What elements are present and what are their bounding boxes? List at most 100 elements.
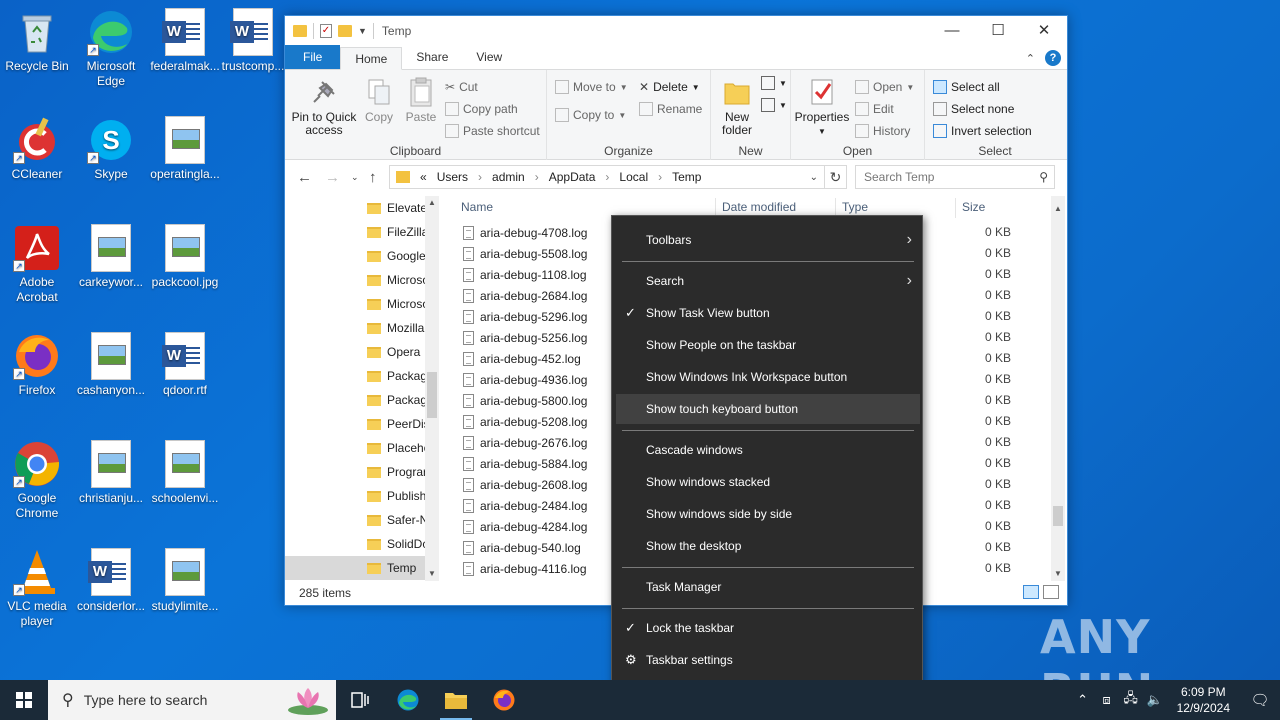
file-row[interactable]: aria-debug-5296.log xyxy=(463,306,587,327)
desktop-icon-schoolenvi[interactable]: schoolenvi... xyxy=(148,440,222,506)
nav-item[interactable]: Opera xyxy=(285,340,425,364)
copy-path-button[interactable]: Copy path xyxy=(445,102,518,116)
file-row[interactable]: aria-debug-5884.log xyxy=(463,453,587,474)
invert-selection-button[interactable]: Invert selection xyxy=(933,124,1032,138)
scroll-up-icon[interactable]: ▲ xyxy=(425,196,439,210)
new-folder-button[interactable]: New folder xyxy=(715,76,759,137)
speaker-icon[interactable]: 🔈 xyxy=(1143,692,1167,708)
paste-shortcut-button[interactable]: Paste shortcut xyxy=(445,124,540,138)
file-row[interactable]: aria-debug-4936.log xyxy=(463,369,587,390)
menu-item-task-manager[interactable]: Task Manager xyxy=(616,572,920,602)
nav-item[interactable]: Google xyxy=(285,244,425,268)
taskbar-firefox[interactable] xyxy=(480,680,528,720)
file-row[interactable]: aria-debug-2684.log xyxy=(463,285,587,306)
copy-to-button[interactable]: Copy to ▼ xyxy=(555,108,626,122)
chevron-up-icon[interactable]: ⌃ xyxy=(1026,52,1035,65)
scroll-down-icon[interactable]: ▼ xyxy=(425,567,439,581)
desktop-icon-skype[interactable]: S ↗ Skype xyxy=(74,116,148,182)
desktop-icon-federalmak[interactable]: W federalmak... xyxy=(148,8,222,74)
cut-button[interactable]: ✂ Cut xyxy=(445,80,478,94)
taskbar-search-box[interactable]: ⚲ Type here to search xyxy=(48,680,336,720)
address-dropdown-icon[interactable]: ⌄ xyxy=(810,172,818,183)
taskbar-context-menu[interactable]: Toolbars › Search › ✓ Show Task View button… xyxy=(611,215,923,685)
notifications-icon[interactable]: 🗨 xyxy=(1240,691,1280,709)
desktop-icon-recycle-bin[interactable]: Recycle Bin xyxy=(0,8,74,74)
large-icons-view-icon[interactable] xyxy=(1043,585,1059,599)
nav-item[interactable]: Packag xyxy=(285,364,425,388)
file-row[interactable]: aria-debug-1108.log xyxy=(463,264,587,285)
breadcrumb-admin[interactable]: admin xyxy=(492,170,525,184)
desktop-icon-operatingla[interactable]: operatingla... xyxy=(148,116,222,182)
menu-item-lock-taskbar[interactable]: ✓ Lock the taskbar xyxy=(616,613,920,643)
tab-home[interactable]: Home xyxy=(340,47,403,70)
pin-quick-access-button[interactable]: Pin to Quick access xyxy=(289,76,359,137)
desktop-icon-adobe-acrobat[interactable]: ↗ Adobe Acrobat xyxy=(0,224,74,305)
maximize-button[interactable]: ☐ xyxy=(975,16,1021,46)
taskbar-file-explorer[interactable] xyxy=(432,680,480,720)
select-none-button[interactable]: Select none xyxy=(933,102,1014,116)
search-input[interactable]: Search Temp ⚲ xyxy=(855,165,1055,189)
scroll-down-icon[interactable]: ▼ xyxy=(1051,567,1065,581)
file-list-scrollbar[interactable]: ▲ ▼ xyxy=(1051,196,1065,581)
breadcrumb-local[interactable]: Local xyxy=(619,170,648,184)
column-header-name[interactable]: Name xyxy=(461,200,493,214)
desktop-icon-microsoft-edge[interactable]: ↗ Microsoft Edge xyxy=(74,8,148,89)
file-row[interactable]: aria-debug-2608.log xyxy=(463,474,587,495)
file-row[interactable]: aria-debug-2484.log xyxy=(463,495,587,516)
properties-button[interactable]: Properties ▼ xyxy=(793,76,851,138)
nav-item[interactable]: PeerDis xyxy=(285,412,425,436)
select-all-button[interactable]: Select all xyxy=(933,80,1000,94)
start-button[interactable] xyxy=(0,680,48,720)
recent-locations-chevron-icon[interactable]: ⌄ xyxy=(351,172,359,183)
open-button[interactable]: Open ▼ xyxy=(855,80,914,94)
menu-item-taskbar-settings[interactable]: ⚙ Taskbar settings xyxy=(616,645,920,675)
menu-item-show-ink-workspace[interactable]: Show Windows Ink Workspace button xyxy=(616,362,920,392)
up-arrow-icon[interactable]: ↑ xyxy=(369,169,377,186)
file-row[interactable]: aria-debug-5256.log xyxy=(463,327,587,348)
nav-item[interactable]: Safer-N xyxy=(285,508,425,532)
close-button[interactable]: ✕ xyxy=(1021,16,1067,46)
file-row[interactable]: aria-debug-2676.log xyxy=(463,432,587,453)
refresh-button[interactable]: ↻ xyxy=(825,165,847,189)
column-header-size[interactable]: Size xyxy=(962,200,985,214)
nav-item[interactable]: Mozilla xyxy=(285,316,425,340)
delete-button[interactable]: ✕ Delete ▼ xyxy=(639,80,700,94)
file-row[interactable]: aria-debug-5208.log xyxy=(463,411,587,432)
file-row[interactable]: aria-debug-4708.log xyxy=(463,222,587,243)
desktop-icon-considerlor[interactable]: W considerlor... xyxy=(74,548,148,614)
file-row[interactable]: aria-debug-5800.log xyxy=(463,390,587,411)
network-adapter-icon[interactable]: ⧈ xyxy=(1095,692,1119,708)
tab-share[interactable]: Share xyxy=(402,46,462,69)
file-row[interactable]: aria-debug-540.log xyxy=(463,537,581,558)
breadcrumb-temp[interactable]: Temp xyxy=(672,170,701,184)
desktop-icon-studylimite[interactable]: studylimite... xyxy=(148,548,222,614)
desktop-icon-carkeywor[interactable]: carkeywor... xyxy=(74,224,148,290)
nav-scrollbar[interactable]: ▲ ▼ xyxy=(425,196,439,581)
nav-item-selected[interactable]: Temp xyxy=(285,556,425,580)
nav-item[interactable]: Elevate xyxy=(285,196,425,220)
nav-item[interactable]: FileZilla xyxy=(285,220,425,244)
network-icon[interactable]: 🖧 xyxy=(1119,689,1143,711)
desktop-icon-packcool[interactable]: packcool.jpg xyxy=(148,224,222,290)
desktop-icon-firefox[interactable]: ↗ Firefox xyxy=(0,332,74,398)
nav-item[interactable]: Prograr xyxy=(285,460,425,484)
nav-scroll-thumb[interactable] xyxy=(427,372,437,418)
back-arrow-icon[interactable]: ← xyxy=(297,169,312,186)
move-to-button[interactable]: Move to ▼ xyxy=(555,80,628,94)
menu-item-windows-stacked[interactable]: Show windows stacked xyxy=(616,467,920,497)
breadcrumb-users[interactable]: Users xyxy=(437,170,468,184)
easy-access-button[interactable]: ▼ xyxy=(761,98,787,112)
breadcrumb-appdata[interactable]: AppData xyxy=(549,170,596,184)
chevron-up-icon[interactable]: ⌃ xyxy=(1071,692,1095,708)
menu-item-show-task-view[interactable]: ✓ Show Task View button xyxy=(616,298,920,328)
title-bar[interactable]: ✓ ▼ Temp — ☐ ✕ xyxy=(285,16,1067,46)
new-folder-icon[interactable] xyxy=(338,25,352,37)
address-overflow[interactable]: « xyxy=(420,170,427,184)
nav-item[interactable]: Placeho xyxy=(285,436,425,460)
menu-item-side-by-side[interactable]: Show windows side by side xyxy=(616,499,920,529)
nav-item[interactable]: Microso xyxy=(285,268,425,292)
quick-access-dropdown-icon[interactable]: ▼ xyxy=(358,26,367,36)
desktop-icon-cashanyon[interactable]: cashanyon... xyxy=(74,332,148,398)
tab-view[interactable]: View xyxy=(462,46,516,69)
edit-button[interactable]: Edit xyxy=(855,102,894,116)
